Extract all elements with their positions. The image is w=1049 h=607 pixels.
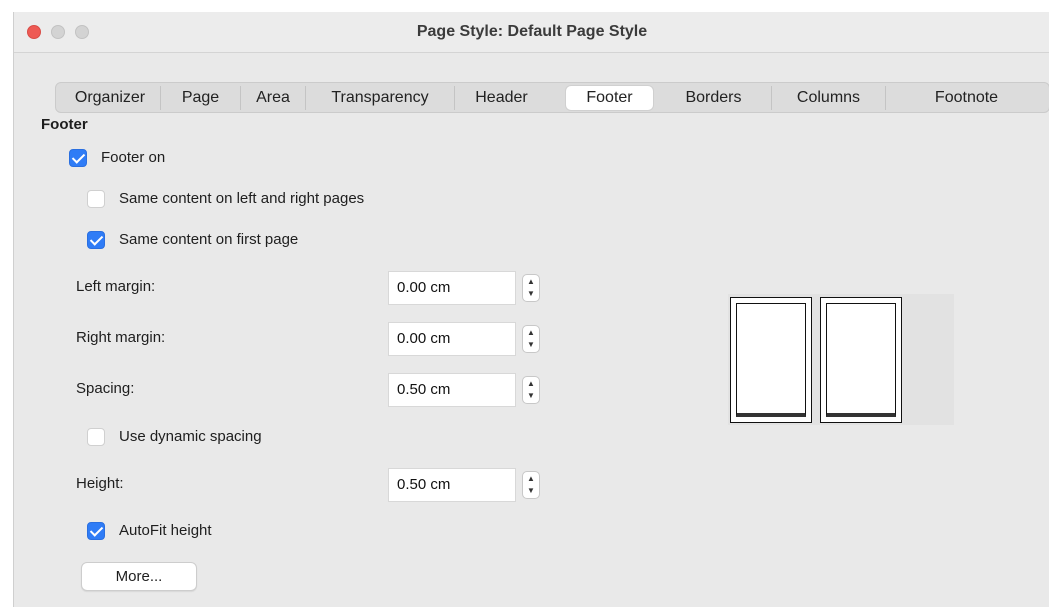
tab-area[interactable]: Area (240, 86, 305, 110)
spacing-spinner[interactable]: ▲ ▼ (522, 376, 540, 404)
tab-footer[interactable]: Footer (566, 86, 653, 110)
same-left-right-checkbox[interactable] (87, 190, 105, 208)
same-first-page-label[interactable]: Same content on first page (119, 231, 298, 248)
same-left-right-label[interactable]: Same content on left and right pages (119, 190, 364, 207)
right-margin-label: Right margin: (76, 329, 166, 346)
same-first-page-checkbox[interactable] (87, 231, 105, 249)
spacing-label: Spacing: (76, 380, 135, 397)
tab-transparency[interactable]: Transparency (305, 86, 454, 110)
tab-bar: Organizer Page Area Transparency Header … (55, 82, 1049, 113)
right-margin-spinner[interactable]: ▲ ▼ (522, 325, 540, 353)
right-margin-field[interactable]: 0.00 cm (388, 322, 516, 356)
left-margin-field[interactable]: 0.00 cm (388, 271, 516, 305)
chevron-up-icon[interactable]: ▲ (523, 276, 539, 288)
footer-section-title: Footer (41, 116, 88, 133)
height-field[interactable]: 0.50 cm (388, 468, 516, 502)
left-margin-label: Left margin: (76, 278, 156, 295)
spacing-field[interactable]: 0.50 cm (388, 373, 516, 407)
title-bar: Page Style: Default Page Style (14, 12, 1049, 53)
chevron-up-icon[interactable]: ▲ (523, 473, 539, 485)
chevron-down-icon[interactable]: ▼ (523, 288, 539, 300)
footer-on-checkbox[interactable] (69, 149, 87, 167)
preview-left-page (730, 297, 812, 423)
height-spinner[interactable]: ▲ ▼ (522, 471, 540, 499)
chevron-down-icon[interactable]: ▼ (523, 390, 539, 402)
chevron-down-icon[interactable]: ▼ (523, 485, 539, 497)
left-margin-spinner[interactable]: ▲ ▼ (522, 274, 540, 302)
more-button[interactable]: More... (81, 562, 197, 591)
tab-header[interactable]: Header (454, 86, 548, 110)
preview-right-page (820, 297, 902, 423)
chevron-up-icon[interactable]: ▲ (523, 327, 539, 339)
tab-footnote[interactable]: Footnote (885, 86, 1047, 110)
window-title: Page Style: Default Page Style (416, 23, 648, 40)
chevron-up-icon[interactable]: ▲ (523, 378, 539, 390)
autofit-height-checkbox[interactable] (87, 522, 105, 540)
tab-borders[interactable]: Borders (656, 86, 771, 110)
dynamic-spacing-label[interactable]: Use dynamic spacing (119, 428, 262, 445)
height-label: Height: (76, 475, 124, 492)
tab-organizer[interactable]: Organizer (60, 86, 160, 110)
footer-on-label[interactable]: Footer on (101, 149, 165, 166)
dynamic-spacing-checkbox[interactable] (87, 428, 105, 446)
tab-page[interactable]: Page (160, 86, 240, 110)
chevron-down-icon[interactable]: ▼ (523, 339, 539, 351)
page-style-dialog: Page Style: Default Page Style Organizer… (13, 12, 1049, 607)
autofit-height-label[interactable]: AutoFit height (119, 522, 212, 539)
tab-columns[interactable]: Columns (771, 86, 885, 110)
